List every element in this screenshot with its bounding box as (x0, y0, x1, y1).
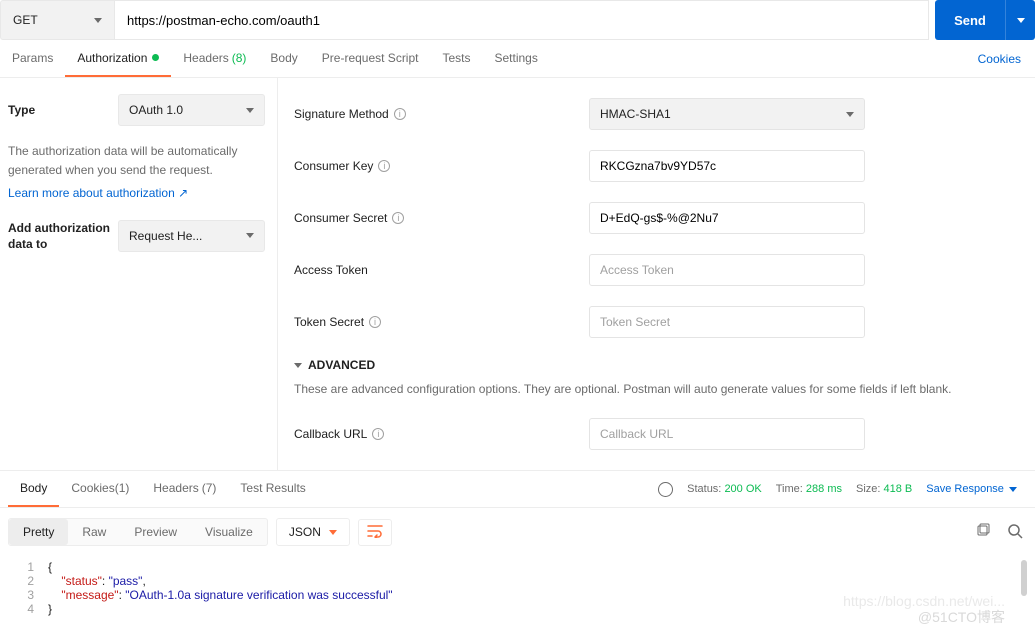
add-data-select[interactable]: Request He... (118, 220, 265, 252)
cookies-link[interactable]: Cookies (978, 52, 1035, 66)
scrollbar[interactable] (1021, 560, 1027, 596)
signature-method-select[interactable]: HMAC-SHA1 (589, 98, 865, 130)
globe-icon[interactable] (658, 482, 673, 497)
wrap-lines-button[interactable] (358, 519, 392, 546)
response-toolbar: Pretty Raw Preview Visualize JSON (0, 508, 1035, 556)
advanced-toggle[interactable]: ADVANCED (294, 358, 1019, 372)
advanced-note: These are advanced configuration options… (294, 382, 1019, 396)
view-raw-button[interactable]: Raw (68, 519, 120, 545)
view-visualize-button[interactable]: Visualize (191, 519, 267, 545)
save-response-button[interactable]: Save Response (926, 483, 1017, 495)
chevron-down-icon (94, 18, 102, 23)
view-preview-button[interactable]: Preview (120, 519, 191, 545)
url-input[interactable] (115, 0, 929, 40)
chevron-down-icon (246, 233, 254, 238)
info-icon: i (394, 108, 406, 120)
response-tab-body[interactable]: Body (8, 471, 59, 507)
view-pretty-button[interactable]: Pretty (9, 519, 68, 545)
search-icon[interactable] (1003, 519, 1027, 546)
tab-headers[interactable]: Headers(8) (171, 40, 258, 77)
response-meta: Status: 200 OK Time: 288 ms Size: 418 B … (658, 482, 1027, 497)
request-bar: GET Send (0, 0, 1035, 40)
send-button[interactable]: Send (935, 0, 1005, 40)
auth-type-select[interactable]: OAuth 1.0 (118, 94, 265, 126)
copy-icon[interactable] (971, 519, 995, 546)
consumer-key-label: Consumer Keyi (294, 159, 589, 173)
info-icon: i (378, 160, 390, 172)
callback-url-input[interactable] (589, 418, 865, 450)
tab-body[interactable]: Body (258, 40, 309, 77)
callback-url-label: Callback URLi (294, 427, 589, 441)
tab-tests[interactable]: Tests (430, 40, 482, 77)
auth-right-pane: Signature Methodi HMAC-SHA1 Consumer Key… (278, 78, 1035, 470)
method-select[interactable]: GET (0, 0, 115, 40)
tab-settings[interactable]: Settings (483, 40, 550, 77)
chevron-down-icon (294, 363, 302, 368)
method-value: GET (13, 13, 38, 27)
send-dropdown-button[interactable] (1005, 0, 1035, 40)
tab-prerequest[interactable]: Pre-request Script (310, 40, 431, 77)
response-tab-cookies[interactable]: Cookies(1) (59, 471, 141, 507)
tab-params[interactable]: Params (0, 40, 65, 77)
auth-left-pane: Type OAuth 1.0 The authorization data wi… (0, 78, 278, 470)
chevron-down-icon (1017, 18, 1025, 23)
access-token-input[interactable] (589, 254, 865, 286)
token-secret-input[interactable] (589, 306, 865, 338)
consumer-secret-input[interactable] (589, 202, 865, 234)
signature-method-label: Signature Methodi (294, 107, 589, 121)
response-tabs: Body Cookies(1) Headers(7) Test Results … (0, 470, 1035, 508)
chevron-down-icon (246, 108, 254, 113)
info-icon: i (369, 316, 381, 328)
chevron-down-icon (846, 112, 854, 117)
consumer-key-input[interactable] (589, 150, 865, 182)
tab-authorization[interactable]: Authorization (65, 40, 171, 77)
format-select[interactable]: JSON (276, 518, 350, 546)
response-tab-testresults[interactable]: Test Results (228, 471, 317, 507)
request-tabs: Params Authorization Headers(8) Body Pre… (0, 40, 1035, 78)
info-icon: i (372, 428, 384, 440)
auth-note: The authorization data will be automatic… (8, 142, 265, 180)
type-label: Type (8, 103, 118, 117)
wrap-icon (367, 524, 383, 538)
response-body: 1{ 2 "status": "pass", 3 "message": "OAu… (0, 556, 1035, 620)
access-token-label: Access Token (294, 263, 589, 277)
add-data-label: Add authorization data to (8, 220, 118, 254)
dot-icon (152, 54, 159, 61)
authorization-panel: Type OAuth 1.0 The authorization data wi… (0, 78, 1035, 470)
consumer-secret-label: Consumer Secreti (294, 211, 589, 225)
token-secret-label: Token Secreti (294, 315, 589, 329)
info-icon: i (392, 212, 404, 224)
response-tab-headers[interactable]: Headers(7) (141, 471, 228, 507)
learn-more-link[interactable]: Learn more about authorization (8, 186, 188, 200)
view-mode-group: Pretty Raw Preview Visualize (8, 518, 268, 546)
chevron-down-icon (329, 530, 337, 535)
